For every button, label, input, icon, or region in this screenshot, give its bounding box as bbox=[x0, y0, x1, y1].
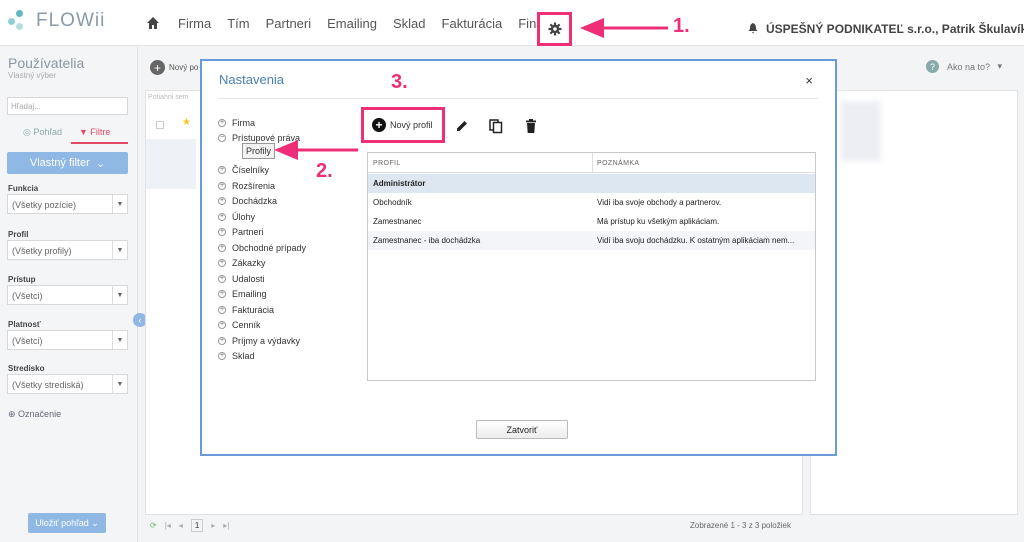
annotation-1: 1. bbox=[673, 15, 690, 37]
annotation-arrows bbox=[274, 18, 668, 160]
annotation-2: 2. bbox=[316, 160, 333, 182]
annotation-3: 3. bbox=[391, 71, 408, 93]
